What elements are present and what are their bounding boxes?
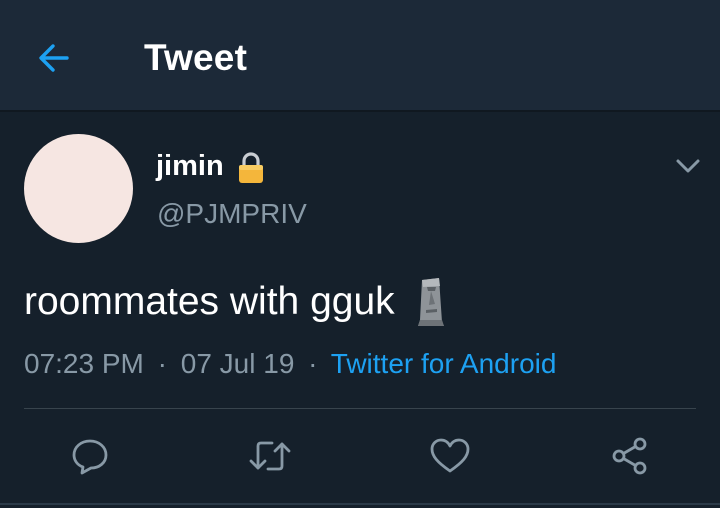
tweet-body: roommates with gguk [24,272,447,332]
share-button[interactable] [604,430,656,482]
avatar[interactable] [24,134,133,243]
more-options-button[interactable] [670,148,706,184]
retweet-icon [249,441,291,471]
reply-icon [72,439,108,475]
meta-separator: · [157,348,167,379]
tweet-detail-screen: Tweet jimin @PJMPRIV roommates with gguk [0,0,720,508]
tweet-meta: 07:23 PM · 07 Jul 19 · Twitter for Andro… [24,346,556,382]
heart-icon [430,438,470,473]
page-title: Tweet [144,37,248,78]
bottom-divider [0,503,720,505]
top-app-bar: Tweet [0,0,720,112]
back-button[interactable] [28,32,80,84]
author-display-name[interactable]: jimin [156,148,224,184]
divider [24,408,696,409]
author-handle[interactable]: @PJMPRIV [157,196,307,232]
tweet-date: 07 Jul 19 [180,348,295,379]
author-name-row: jimin [156,146,266,186]
like-button[interactable] [424,430,476,482]
meta-separator: · [308,348,318,379]
moai-icon [413,276,447,328]
share-icon [612,437,647,475]
tweet-actions [0,430,720,482]
retweet-button[interactable] [244,430,296,482]
tweet-time: 07:23 PM [24,348,144,379]
tweet-text: roommates with gguk [24,280,395,323]
chevron-down-icon [676,159,700,173]
tweet-source-link[interactable]: Twitter for Android [331,348,557,379]
arrow-left-icon [39,44,69,72]
reply-button[interactable] [64,430,116,482]
lock-icon [236,151,266,185]
